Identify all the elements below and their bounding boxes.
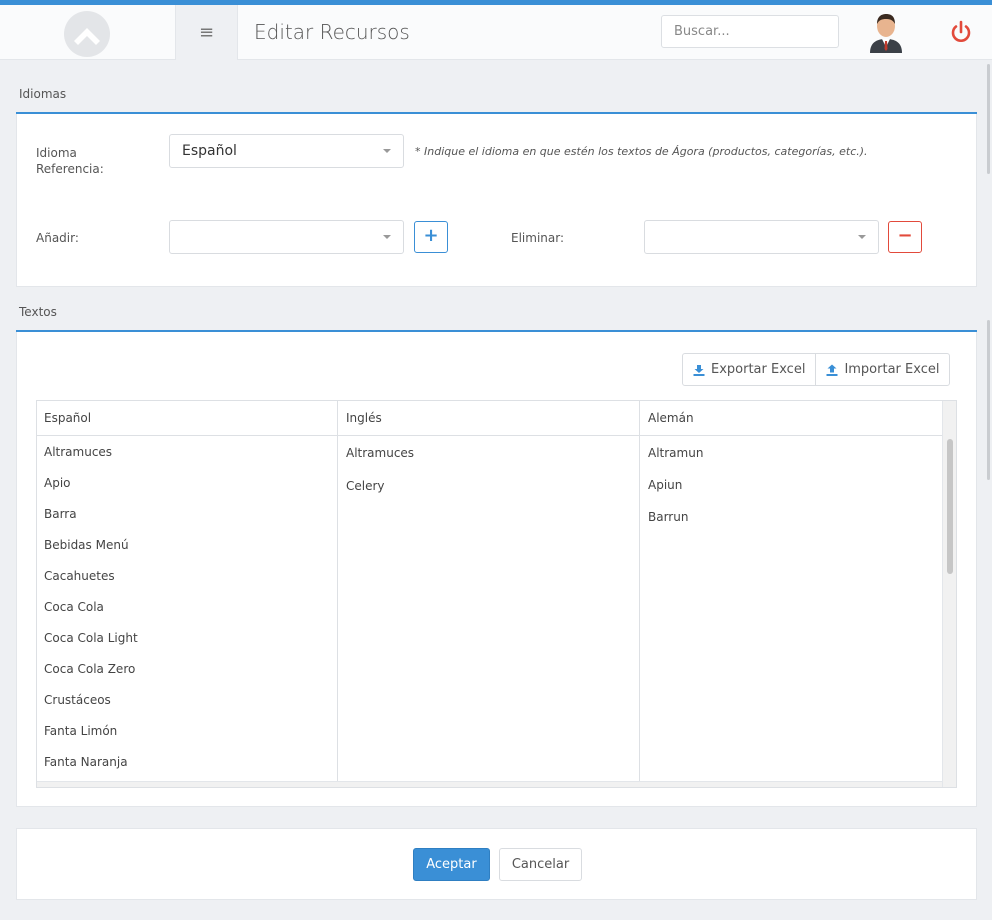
translations-table: Español Inglés Alemán Altramuces Apio Ba… <box>36 400 957 788</box>
column-header-en[interactable]: Inglés <box>339 401 639 436</box>
search-input[interactable] <box>661 15 839 48</box>
table-cell-es[interactable]: Crustáceos <box>37 692 111 708</box>
import-excel-button[interactable]: Importar Excel <box>815 354 949 385</box>
excel-button-group: Exportar Excel Importar Excel <box>682 353 951 386</box>
table-cell-es[interactable]: Apio <box>37 475 71 491</box>
user-avatar[interactable] <box>868 11 904 53</box>
table-cell-es[interactable]: Altramuces <box>37 444 112 460</box>
column-divider <box>337 401 338 787</box>
chevron-down-icon <box>383 149 391 153</box>
table-cell-es[interactable]: Coca Cola Light <box>37 630 138 646</box>
app-logo <box>64 11 110 57</box>
table-cell-es[interactable]: Fanta Naranja <box>37 754 128 770</box>
horizontal-scrollbar[interactable] <box>37 781 942 787</box>
table-cell-de[interactable]: Apiun <box>641 477 682 493</box>
footer-actions: Aceptar Cancelar <box>16 828 977 900</box>
add-language-label: Añadir: <box>36 231 79 245</box>
table-cell-de[interactable]: Altramun <box>641 445 703 461</box>
table-cell-es[interactable]: Bebidas Menú <box>37 537 129 553</box>
reference-label-line1: Idioma <box>36 146 77 160</box>
table-header: Español Inglés Alemán <box>37 401 942 436</box>
page-scrollbar-thumb[interactable] <box>987 320 990 480</box>
remove-language-select[interactable] <box>644 220 879 254</box>
export-excel-button[interactable]: Exportar Excel <box>683 354 815 385</box>
chevron-down-icon <box>383 235 391 239</box>
section-title-textos: Textos <box>19 305 57 319</box>
column-header-es[interactable]: Español <box>37 401 337 436</box>
column-header-de[interactable]: Alemán <box>641 401 941 436</box>
page-scrollbar-thumb[interactable] <box>987 64 990 174</box>
chevron-down-icon <box>858 235 866 239</box>
reference-language-value: Español <box>182 143 237 159</box>
table-cell-en[interactable]: Altramuces <box>339 445 414 461</box>
page-title: Editar Recursos <box>254 20 410 44</box>
upload-icon <box>826 364 838 376</box>
header-bar: ≡ Editar Recursos <box>0 5 992 60</box>
table-cell-es[interactable]: Barra <box>37 506 77 522</box>
reference-language-label: Idioma Referencia: <box>36 145 104 177</box>
add-language-select[interactable] <box>169 220 404 254</box>
reference-label-line2: Referencia: <box>36 162 104 176</box>
remove-language-label: Eliminar: <box>511 231 564 245</box>
scrollbar-thumb[interactable] <box>947 439 953 574</box>
reference-language-select[interactable]: Español <box>169 134 404 168</box>
table-cell-en[interactable]: Celery <box>339 478 385 494</box>
download-icon <box>693 364 705 376</box>
table-cell-es[interactable]: Coca Cola <box>37 599 104 615</box>
idiomas-panel: Idioma Referencia: Español * Indique el … <box>16 114 977 287</box>
table-cell-de[interactable]: Barrun <box>641 509 688 525</box>
vertical-scrollbar[interactable] <box>942 401 956 787</box>
section-title-idiomas: Idiomas <box>19 87 67 101</box>
logo-area <box>0 5 176 60</box>
column-divider <box>639 401 640 787</box>
power-icon[interactable] <box>948 19 974 45</box>
add-language-button[interactable]: + <box>414 221 448 253</box>
remove-language-button[interactable]: − <box>888 221 922 253</box>
menu-toggle-button[interactable]: ≡ <box>176 5 238 60</box>
hamburger-icon: ≡ <box>198 22 215 43</box>
import-excel-label: Importar Excel <box>844 362 940 377</box>
accept-button[interactable]: Aceptar <box>413 848 490 881</box>
export-excel-label: Exportar Excel <box>711 362 806 377</box>
reference-hint: * Indique el idioma en que estén los tex… <box>415 145 868 158</box>
table-cell-es[interactable]: Coca Cola Zero <box>37 661 135 677</box>
cancel-button[interactable]: Cancelar <box>499 848 582 881</box>
table-cell-es[interactable]: Fanta Limón <box>37 723 117 739</box>
table-cell-es[interactable]: Cacahuetes <box>37 568 115 584</box>
